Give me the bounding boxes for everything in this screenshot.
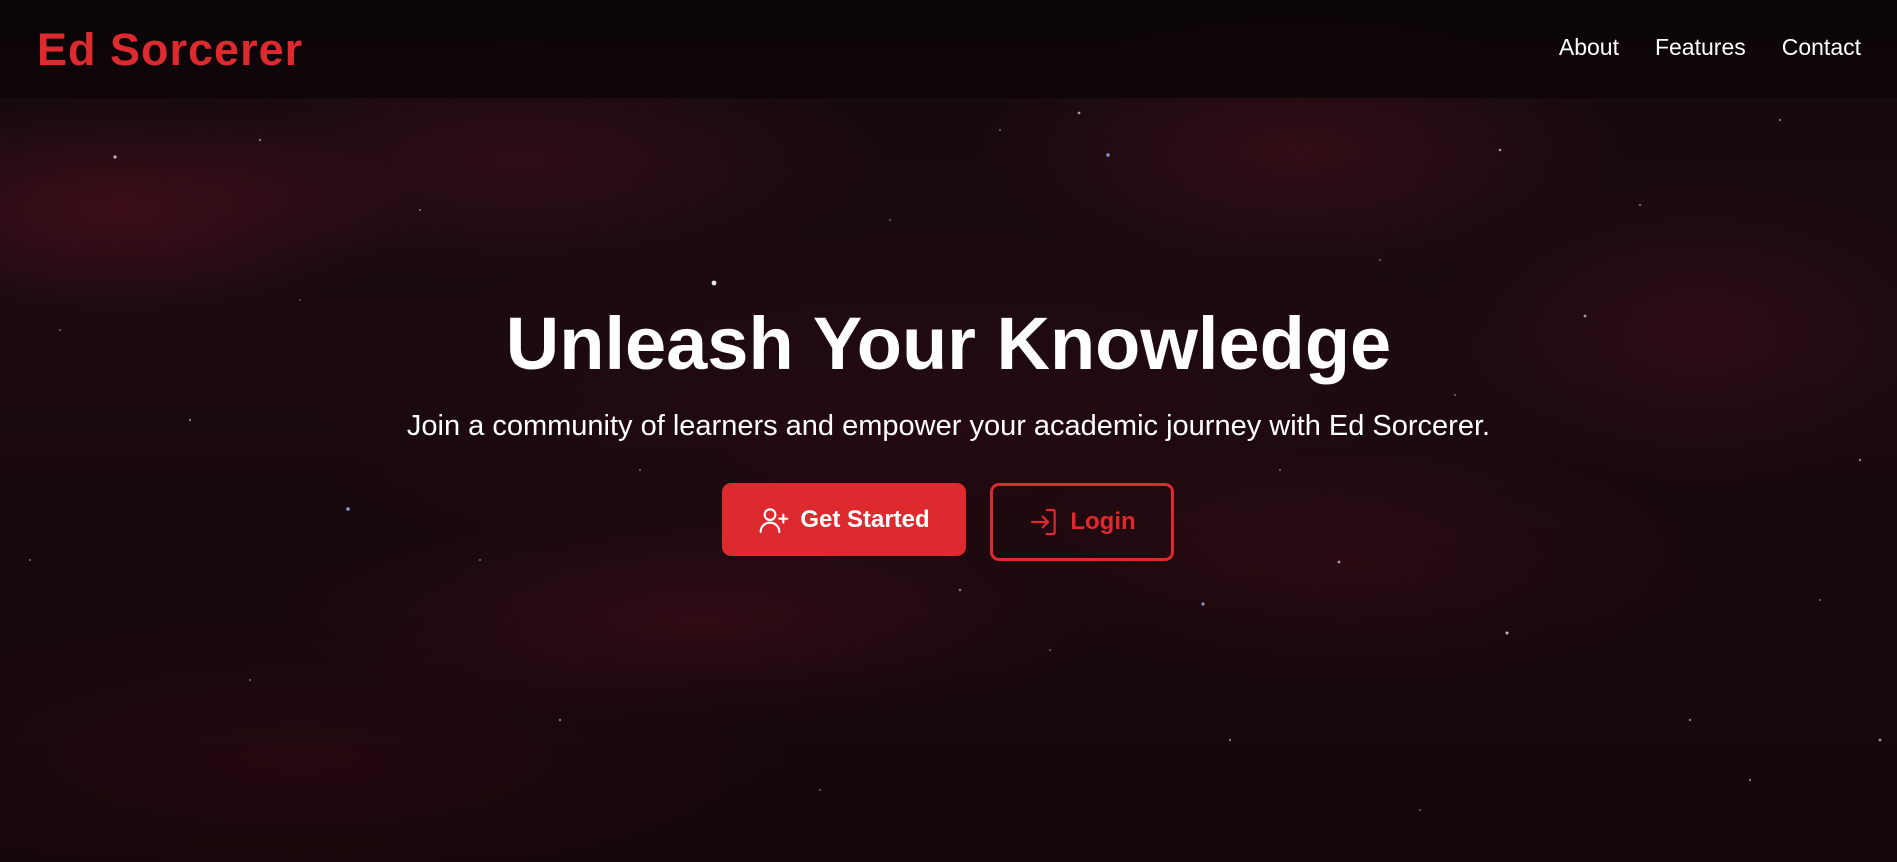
user-plus-icon <box>758 504 790 536</box>
nav-link-features[interactable]: Features <box>1655 32 1746 62</box>
get-started-label: Get Started <box>800 505 930 533</box>
nav-link-contact[interactable]: Contact <box>1782 32 1861 62</box>
login-button[interactable]: Login <box>990 483 1174 561</box>
get-started-button[interactable]: Get Started <box>722 483 966 556</box>
site-logo[interactable]: Ed Sorcerer <box>37 24 303 76</box>
main-nav: About Features Contact <box>1523 32 1861 62</box>
nav-link-about[interactable]: About <box>1559 32 1619 62</box>
site-header: Ed Sorcerer About Features Contact <box>0 0 1897 98</box>
landing-page: Ed Sorcerer About Features Contact Unlea… <box>0 0 1897 862</box>
login-label: Login <box>1070 508 1136 535</box>
hero-subtitle: Join a community of learners and empower… <box>406 410 1491 442</box>
hero-title: Unleash Your Knowledge <box>505 302 1392 385</box>
login-icon <box>1028 506 1060 538</box>
